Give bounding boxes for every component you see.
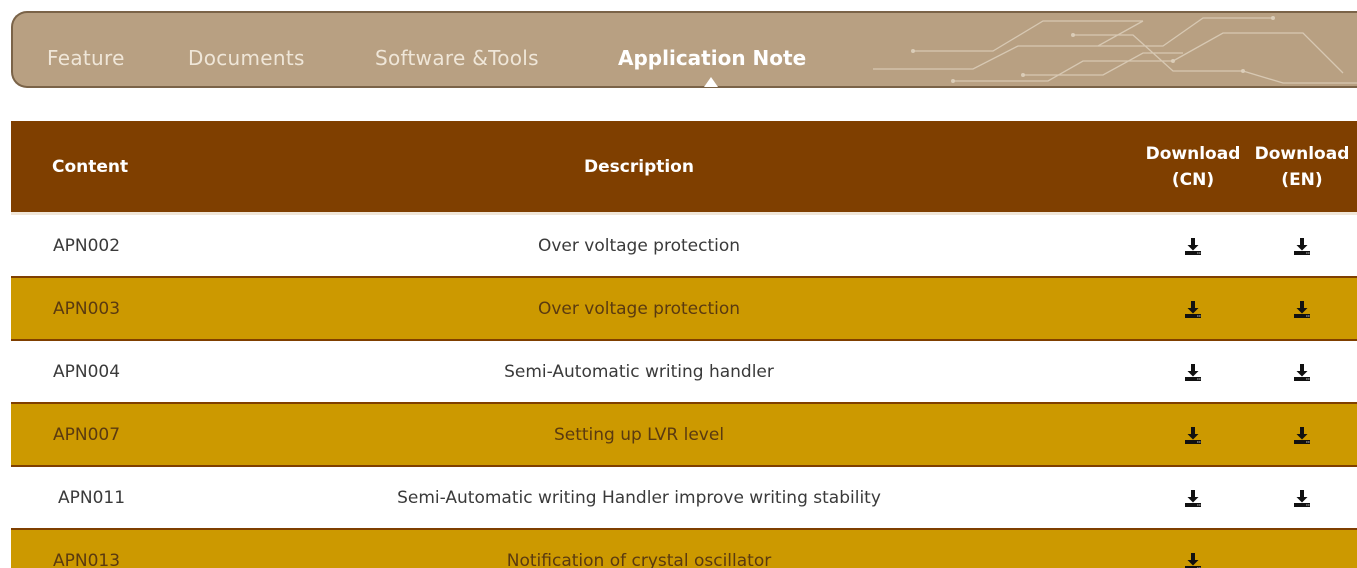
cell-content: APN003: [11, 276, 139, 340]
header-description: Description: [139, 121, 1139, 215]
header-download-en: Download (EN): [1247, 121, 1357, 215]
header-download-en-line1: Download: [1254, 143, 1350, 164]
download-icon[interactable]: [1292, 236, 1312, 256]
tab-documents[interactable]: Documents: [188, 46, 305, 70]
application-note-table: Content Description Download (CN) Downlo…: [11, 121, 1357, 568]
table-row: APN004 Semi-Automatic writing handler: [11, 339, 1357, 403]
cell-download-en: [1247, 402, 1357, 466]
cell-description: Over voltage protection: [139, 276, 1139, 340]
download-icon[interactable]: [1292, 299, 1312, 319]
circuit-decoration: [873, 16, 1357, 84]
page: Feature Documents Software &Tools Applic…: [0, 0, 1357, 568]
table-row: APN003 Over voltage protection: [11, 276, 1357, 340]
download-icon[interactable]: [1183, 551, 1203, 568]
tab-bar: Feature Documents Software &Tools Applic…: [11, 11, 1357, 88]
cell-download-en: [1247, 528, 1357, 568]
download-icon[interactable]: [1183, 488, 1203, 508]
tab-software-tools[interactable]: Software &Tools: [375, 46, 539, 70]
download-icon[interactable]: [1183, 425, 1203, 445]
cell-download-en: [1247, 465, 1357, 529]
cell-description: Notification of crystal oscillator: [139, 528, 1139, 568]
download-icon[interactable]: [1292, 488, 1312, 508]
cell-download-cn: [1139, 528, 1247, 568]
header-download-en-line2: (EN): [1281, 169, 1323, 190]
download-icon[interactable]: [1292, 362, 1312, 382]
cell-download-cn: [1139, 339, 1247, 403]
header-download-cn-line2: (CN): [1171, 169, 1215, 190]
cell-content: APN004: [11, 339, 139, 403]
cell-description: Semi-Automatic writing Handler improve w…: [139, 465, 1139, 529]
download-icon[interactable]: [1183, 362, 1203, 382]
cell-description: Over voltage protection: [139, 213, 1139, 277]
table-row: APN013 Notification of crystal oscillato…: [11, 528, 1357, 568]
cell-description: Semi-Automatic writing handler: [139, 339, 1139, 403]
header-download-cn: Download (CN): [1139, 121, 1247, 215]
cell-download-en: [1247, 213, 1357, 277]
cell-download-cn: [1139, 402, 1247, 466]
cell-download-en: [1247, 276, 1357, 340]
cell-download-en: [1247, 339, 1357, 403]
cell-download-cn: [1139, 465, 1247, 529]
tab-feature[interactable]: Feature: [47, 46, 125, 70]
cell-download-cn: [1139, 213, 1247, 277]
active-tab-indicator: [704, 77, 718, 87]
cell-content: APN002: [11, 213, 139, 277]
header-download-cn-line1: Download: [1145, 143, 1241, 164]
table-header: Content Description Download (CN) Downlo…: [11, 121, 1357, 215]
cell-content: APN011: [11, 465, 139, 529]
cell-description: Setting up LVR level: [139, 402, 1139, 466]
download-icon[interactable]: [1183, 299, 1203, 319]
download-icon[interactable]: [1183, 236, 1203, 256]
cell-download-cn: [1139, 276, 1247, 340]
table-body: APN002 Over voltage protection APN003 Ov…: [11, 213, 1357, 568]
cell-content: APN007: [11, 402, 139, 466]
header-row: Content Description Download (CN) Downlo…: [11, 121, 1357, 215]
table-row: APN007 Setting up LVR level: [11, 402, 1357, 466]
tab-application-note[interactable]: Application Note: [618, 46, 806, 70]
table-row: APN011 Semi-Automatic writing Handler im…: [11, 465, 1357, 529]
cell-content: APN013: [11, 528, 139, 568]
header-content: Content: [11, 121, 139, 215]
download-icon[interactable]: [1292, 425, 1312, 445]
table-row: APN002 Over voltage protection: [11, 213, 1357, 277]
